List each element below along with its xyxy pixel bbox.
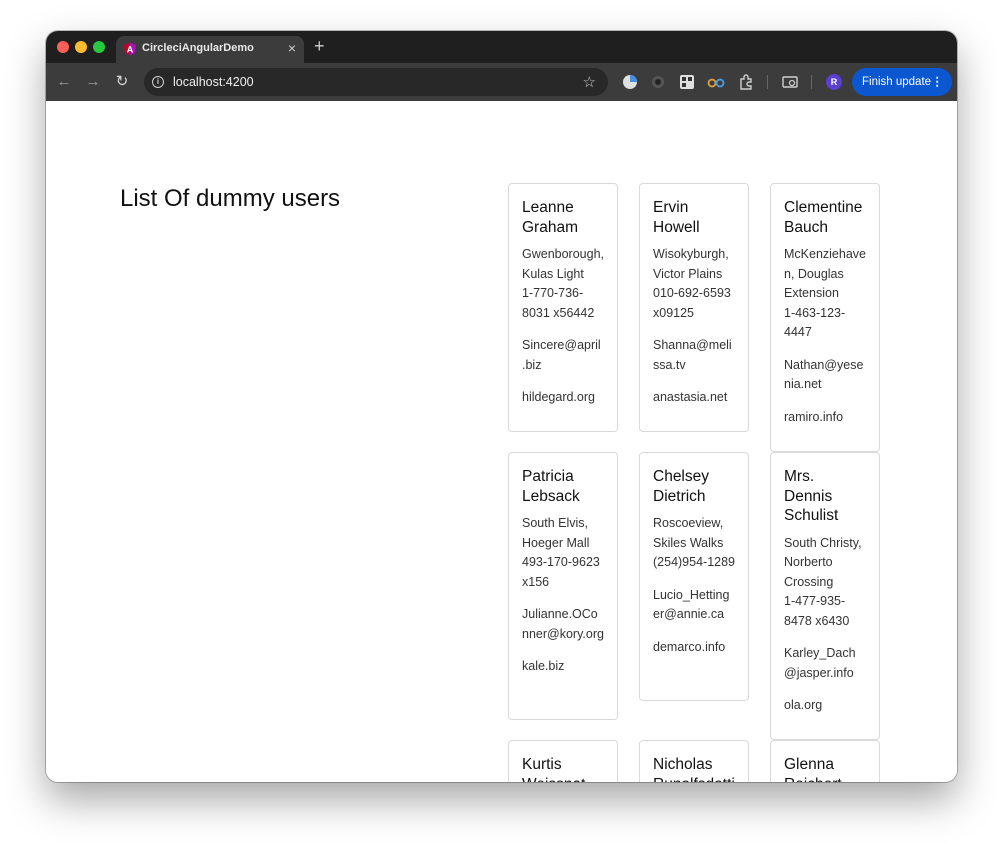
tab-title: CircleciAngularDemo <box>142 42 254 54</box>
glasses-extension-icon[interactable] <box>707 73 725 91</box>
toolbar-separator <box>767 75 768 89</box>
user-website: ola.org <box>784 698 823 712</box>
user-card: Glenna Reichert <box>770 740 880 782</box>
back-icon[interactable]: ← <box>54 72 74 92</box>
user-email: Shanna@melissa.tv <box>653 338 732 372</box>
svg-text:A: A <box>127 45 134 55</box>
reading-list-icon[interactable] <box>781 73 799 91</box>
user-website: kale.biz <box>522 659 565 673</box>
user-name: Clementine Bauch <box>784 199 863 236</box>
address-bar[interactable]: i localhost:4200 ☆ <box>144 68 608 96</box>
user-card: Kurtis Weissnat <box>508 740 618 782</box>
user-name: Leanne Graham <box>522 199 578 236</box>
user-phone: 1-477-935-8478 x6430 <box>784 594 850 628</box>
user-address: Gwenborough, Kulas Light <box>522 247 605 281</box>
page-title: List Of dummy users <box>120 185 341 212</box>
close-tab-icon[interactable]: × <box>288 40 296 56</box>
new-tab-button[interactable]: + <box>314 36 325 57</box>
user-phone: 1-770-736-8031 x56442 <box>522 286 595 320</box>
user-website: ramiro.info <box>784 409 844 424</box>
tab-active[interactable]: A CircleciAngularDemo × <box>116 36 304 63</box>
close-window-button[interactable] <box>57 41 69 53</box>
user-email: Sincere@april.biz <box>522 338 601 372</box>
user-email: Julianne.OConner@kory.org <box>522 607 604 641</box>
user-card: Mrs. Dennis Schulist South Christy, Norb… <box>770 452 880 740</box>
user-website: anastasia.net <box>653 390 728 404</box>
qr-extension-icon[interactable] <box>678 73 696 91</box>
user-address: Wisokyburgh, Victor Plains <box>653 247 729 281</box>
toolbar-separator <box>811 75 812 89</box>
user-email: Nathan@yesenia.net <box>784 357 864 392</box>
user-card: Leanne Graham Gwenborough, Kulas Light 1… <box>508 183 618 432</box>
user-name: Ervin Howell <box>653 199 700 236</box>
profile-avatar[interactable]: R <box>826 74 842 90</box>
minimize-window-button[interactable] <box>75 41 87 53</box>
user-phone: 1-463-123-4447 <box>784 305 846 340</box>
user-card: Patricia Lebsack South Elvis, Hoeger Mal… <box>508 452 618 720</box>
user-address: South Elvis, Hoeger Mall <box>522 516 590 550</box>
user-name: Nicholas Runolfsdottir <box>653 756 735 782</box>
user-address: Roscoeview, Skiles Walks <box>653 516 724 550</box>
user-website: hildegard.org <box>522 390 595 404</box>
user-name: Glenna Reichert <box>784 756 842 782</box>
user-card: Clementine Bauch McKenziehaven, Douglas … <box>770 183 880 452</box>
user-website: demarco.info <box>653 639 726 654</box>
browser-toolbar: ← → ↻ i localhost:4200 ☆ R Finish update… <box>46 63 957 101</box>
bookmark-star-icon[interactable]: ☆ <box>583 73 596 91</box>
extensions-puzzle-icon[interactable] <box>737 73 755 91</box>
user-address: South Christy, Norberto Crossing <box>784 535 862 589</box>
user-address: McKenziehaven, Douglas Extension <box>784 247 866 300</box>
user-email: Karley_Dach@jasper.info <box>784 646 856 680</box>
user-phone: 493-170-9623 x156 <box>522 555 600 589</box>
record-extension-icon[interactable] <box>649 73 667 91</box>
user-card: Nicholas Runolfsdottir <box>639 740 749 782</box>
user-name: Kurtis Weissnat <box>522 756 585 782</box>
finish-update-button[interactable]: Finish update ⋮ <box>852 68 952 96</box>
maximize-window-button[interactable] <box>93 41 105 53</box>
more-menu-icon[interactable]: ⋮ <box>932 68 944 96</box>
user-card: Ervin Howell Wisokyburgh, Victor Plains … <box>639 183 749 432</box>
user-name: Patricia Lebsack <box>522 468 580 505</box>
browser-window: A CircleciAngularDemo × + ← → ↻ i localh… <box>46 31 957 782</box>
user-phone: (254)954-1289 <box>653 555 736 569</box>
user-name: Mrs. Dennis Schulist <box>784 468 839 524</box>
extension-icon[interactable] <box>621 73 639 91</box>
site-info-icon[interactable]: i <box>152 76 164 88</box>
user-name: Chelsey Dietrich <box>653 468 709 505</box>
tab-strip: A CircleciAngularDemo × + <box>46 31 957 63</box>
angular-icon: A <box>124 42 136 56</box>
user-email: Lucio_Hettinger@annie.ca <box>653 587 730 622</box>
forward-icon[interactable]: → <box>83 72 103 92</box>
page-content: List Of dummy users Leanne Graham Gwenbo… <box>46 101 957 782</box>
reload-icon[interactable]: ↻ <box>112 72 132 92</box>
user-phone: 010-692-6593 x09125 <box>653 286 731 320</box>
finish-update-label: Finish update <box>862 76 932 88</box>
url-text[interactable]: localhost:4200 <box>173 75 254 89</box>
user-card: Chelsey Dietrich Roscoeview, Skiles Walk… <box>639 452 749 701</box>
